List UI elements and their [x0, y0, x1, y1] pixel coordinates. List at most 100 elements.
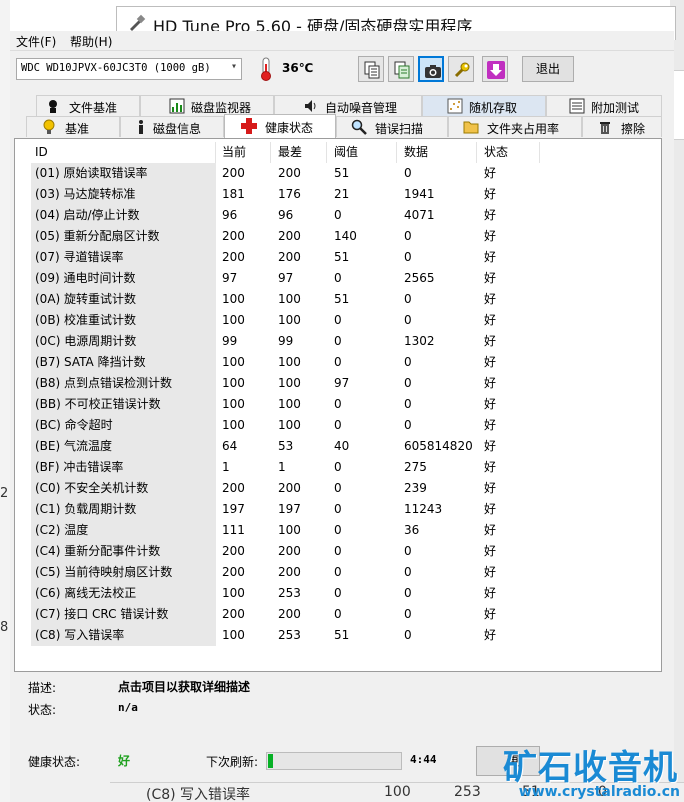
attribute-id: (BC) 命令超时 — [31, 415, 216, 436]
copy-icon — [364, 61, 380, 79]
next-refresh-label: 下次刷新: — [206, 755, 259, 769]
raw-data: 1302 — [404, 334, 435, 348]
copy-text-button[interactable] — [358, 56, 384, 82]
exit-button[interactable]: 退出 — [522, 56, 574, 82]
tab-extra-tests[interactable]: 附加测试 — [546, 95, 662, 116]
copy-all-button[interactable] — [388, 56, 414, 82]
refresh-timer: 4:44 — [410, 753, 437, 766]
worst-value: 200 — [278, 565, 301, 579]
tab-file-benchmark[interactable]: 文件基准 — [36, 95, 140, 116]
status-value: 好 — [484, 586, 497, 600]
worst-value: 200 — [278, 166, 301, 180]
raw-data: 4071 — [404, 208, 435, 222]
tab-folder-usage[interactable]: 文件夹占用率 — [448, 116, 582, 137]
raw-data: 0 — [404, 229, 412, 243]
current-value: 100 — [222, 313, 245, 327]
attribute-id: (C0) 不安全关机计数 — [31, 478, 216, 499]
attribute-id: (B8) 点到点错误检测计数 — [31, 373, 216, 394]
extra-tests-icon — [569, 98, 585, 114]
threshold-value: 0 — [334, 502, 342, 516]
tab-error-scan[interactable]: 错误扫描 — [336, 116, 448, 137]
description-label: 描述: — [28, 681, 57, 695]
status-value: 好 — [484, 628, 497, 642]
attribute-id: (01) 原始读取错误率 — [31, 163, 216, 184]
worst-value: 100 — [278, 523, 301, 537]
tab-label: 擦除 — [621, 122, 646, 136]
tab-aam[interactable]: 自动噪音管理 — [274, 95, 422, 116]
worst-value: 200 — [278, 607, 301, 621]
status-value: 好 — [484, 376, 497, 390]
chevron-down-icon: ▾ — [230, 61, 237, 72]
drive-select[interactable]: WDC WD10JPVX-60JC3T0 (1000 gB) ▾ — [16, 58, 242, 80]
current-value: 200 — [222, 544, 245, 558]
raw-data: 36 — [404, 523, 420, 537]
threshold-value: 0 — [334, 460, 342, 474]
wrench-icon — [454, 62, 470, 78]
description-value: 点击项目以获取详细描述 — [118, 680, 251, 694]
status-value: 好 — [484, 187, 497, 201]
worst-value: 100 — [278, 376, 301, 390]
screenshot-button[interactable] — [418, 56, 444, 82]
column-header-worst[interactable]: 最差 — [274, 142, 327, 163]
current-value: 111 — [222, 523, 245, 537]
column-header-id[interactable]: ID — [31, 142, 216, 163]
worst-value: 176 — [278, 187, 301, 201]
raw-data: 0 — [404, 418, 412, 432]
tab-erase[interactable]: 擦除 — [582, 116, 662, 137]
tab-label: 文件基准 — [69, 101, 118, 115]
lightbulb-icon — [41, 119, 57, 135]
column-header-data[interactable]: 数据 — [400, 142, 477, 163]
status-value: 好 — [484, 523, 497, 537]
threshold-value: 0 — [334, 607, 342, 621]
threshold-value: 0 — [334, 544, 342, 558]
status-value: 好 — [484, 544, 497, 558]
raw-data: 0 — [404, 292, 412, 306]
menu-file[interactable]: 文件(F) — [14, 33, 58, 50]
attribute-id: (C4) 重新分配事件计数 — [31, 541, 216, 562]
tab-random-access[interactable]: 随机存取 — [422, 95, 546, 116]
column-header-current[interactable]: 当前 — [218, 142, 271, 163]
current-value: 200 — [222, 166, 245, 180]
attribute-id: (C8) 写入错误率 — [31, 625, 216, 646]
raw-data: 275 — [404, 460, 427, 474]
worst-value: 100 — [278, 418, 301, 432]
options-button[interactable] — [448, 56, 474, 82]
folder-icon — [463, 119, 479, 135]
status-value: 好 — [484, 313, 497, 327]
background-left — [0, 0, 10, 802]
status-value: 好 — [484, 481, 497, 495]
save-button[interactable] — [482, 56, 508, 82]
raw-data: 0 — [404, 565, 412, 579]
tab-disk-monitor[interactable]: 磁盘监视器 — [140, 95, 274, 116]
raw-data: 0 — [404, 376, 412, 390]
status-value: 好 — [484, 229, 497, 243]
refresh-progress-bar — [266, 752, 402, 770]
tab-label: 附加测试 — [591, 101, 640, 115]
status-value: 好 — [484, 334, 497, 348]
menu-help[interactable]: 帮助(H) — [68, 33, 114, 50]
column-header-threshold[interactable]: 阈值 — [330, 142, 397, 163]
column-header-status[interactable]: 状态 — [480, 142, 540, 163]
raw-data: 0 — [404, 166, 412, 180]
current-value: 100 — [222, 355, 245, 369]
tab-disk-info[interactable]: 磁盘信息 — [120, 116, 224, 137]
raw-data: 0 — [404, 628, 412, 642]
tab-label: 健康状态 — [265, 121, 314, 135]
tab-benchmark[interactable]: 基准 — [26, 116, 120, 137]
threshold-value: 0 — [334, 313, 342, 327]
status-value: 好 — [484, 418, 497, 432]
worst-value: 100 — [278, 355, 301, 369]
status-value: 好 — [484, 271, 497, 285]
magnifier-icon — [351, 119, 367, 135]
attribute-id: (BF) 冲击错误率 — [31, 457, 216, 478]
current-value: 100 — [222, 397, 245, 411]
tab-health[interactable]: 健康状态 — [224, 114, 336, 138]
copy-all-icon — [394, 61, 410, 79]
bar-chart-icon — [169, 98, 185, 114]
background-text: 253 — [454, 784, 481, 800]
threshold-value: 0 — [334, 355, 342, 369]
threshold-value: 0 — [334, 271, 342, 285]
smart-attribute-list[interactable]: ID 当前 最差 阈值 数据 状态 (01) 原始读取错误率 200 200 51 0 好… — [14, 138, 662, 672]
tab-label: 磁盘信息 — [153, 122, 202, 136]
worst-value: 99 — [278, 334, 294, 348]
